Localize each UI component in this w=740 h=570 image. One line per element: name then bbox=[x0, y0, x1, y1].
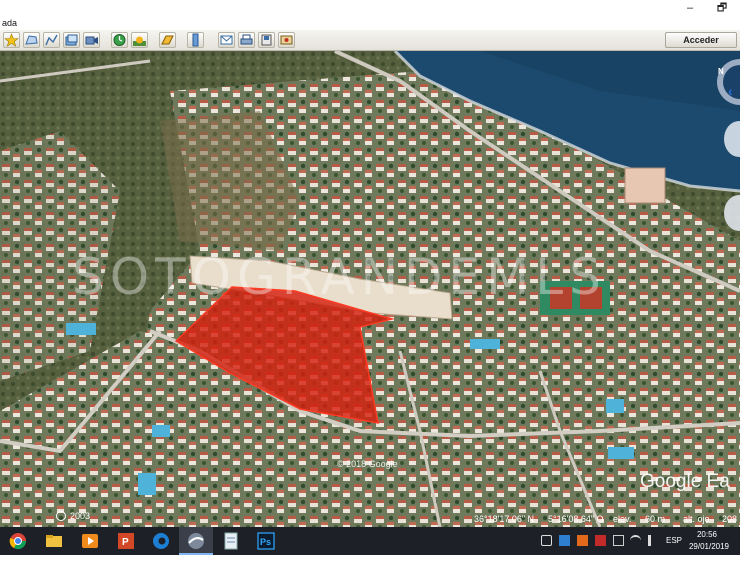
taskbar: P Ps ESP 20:56 29/01/2019 bbox=[0, 527, 740, 555]
taskbar-active-app[interactable] bbox=[179, 527, 213, 555]
latitude-readout: 36°18'17.06" N bbox=[474, 514, 535, 524]
ruler-button[interactable] bbox=[187, 32, 204, 48]
title-bar: – 🗗 bbox=[0, 0, 740, 16]
add-polygon-button[interactable] bbox=[23, 32, 40, 48]
watermark: SOTOGRANDEMLS bbox=[72, 248, 607, 306]
imagery-copyright: © 2018 Google bbox=[337, 459, 398, 469]
print-button[interactable] bbox=[238, 32, 255, 48]
notepad-icon[interactable] bbox=[221, 531, 241, 551]
add-path-button[interactable] bbox=[43, 32, 60, 48]
eye-altitude-value: 208 bbox=[722, 514, 738, 524]
svg-text:Ps: Ps bbox=[260, 537, 271, 547]
add-path-icon bbox=[45, 34, 58, 46]
record-tour-icon bbox=[85, 36, 98, 45]
volume-icon[interactable] bbox=[648, 535, 659, 546]
sunlight-button[interactable] bbox=[131, 32, 148, 48]
elevation-value: 60 m bbox=[645, 514, 666, 524]
clock-date[interactable]: 29/01/2019 bbox=[687, 542, 731, 570]
add-overlay-button[interactable] bbox=[63, 32, 80, 48]
print-icon bbox=[240, 34, 253, 45]
signin-button[interactable]: Acceder bbox=[665, 32, 737, 48]
historical-imagery-button[interactable] bbox=[111, 32, 128, 48]
google-earth-icon bbox=[188, 533, 204, 549]
look-left-icon[interactable]: ‹ bbox=[728, 83, 733, 99]
email-icon bbox=[220, 35, 233, 45]
dropbox-icon[interactable] bbox=[559, 535, 570, 546]
add-overlay-icon bbox=[65, 34, 78, 46]
minimize-button[interactable]: – bbox=[676, 0, 704, 16]
edge-icon[interactable] bbox=[151, 531, 171, 551]
add-placemark-icon bbox=[4, 33, 19, 47]
planet-switch-button[interactable] bbox=[159, 32, 176, 48]
planet-switch-icon bbox=[161, 35, 174, 45]
media-player-icon[interactable] bbox=[80, 531, 100, 551]
maps-view-button[interactable] bbox=[278, 32, 295, 48]
eye-altitude-label: alt. ojo bbox=[683, 514, 710, 524]
maps-view-icon bbox=[280, 35, 293, 45]
restore-button[interactable]: 🗗 bbox=[708, 0, 736, 16]
chrome-icon[interactable] bbox=[8, 531, 28, 551]
toolbar: Acceder bbox=[0, 30, 740, 51]
sunlight-icon bbox=[133, 36, 146, 46]
menu-bar: ada bbox=[0, 16, 740, 30]
save-image-icon bbox=[261, 34, 272, 46]
add-polygon-icon bbox=[25, 35, 38, 45]
svg-text:P: P bbox=[122, 537, 129, 548]
record-tour-button[interactable] bbox=[83, 32, 100, 48]
earth-3d-view[interactable]: SOTOGRANDEMLS N ‹ © 2018 Google Google E… bbox=[0, 51, 740, 527]
north-indicator[interactable]: N bbox=[718, 67, 724, 76]
google-earth-logo: Google Ea bbox=[640, 471, 730, 492]
email-button[interactable] bbox=[218, 32, 235, 48]
security-icon[interactable] bbox=[595, 535, 606, 546]
longitude-readout: 5°16'08.64" O bbox=[548, 514, 604, 524]
status-bar: 36°18'17.06" N 5°16'08.64" O elev. 60 m … bbox=[0, 512, 740, 527]
file-explorer-icon[interactable] bbox=[44, 531, 64, 551]
ruler-icon bbox=[192, 33, 199, 47]
network-people-icon[interactable] bbox=[541, 535, 552, 546]
elevation-label: elev. bbox=[613, 514, 632, 524]
battery-icon[interactable] bbox=[613, 535, 624, 546]
historical-imagery-icon bbox=[113, 34, 126, 46]
add-placemark-button[interactable] bbox=[3, 32, 20, 48]
powerpoint-icon[interactable]: P bbox=[116, 531, 136, 551]
photoshop-icon[interactable]: Ps bbox=[256, 531, 276, 551]
input-language[interactable]: ESP bbox=[666, 536, 682, 564]
menu-item-help[interactable]: ada bbox=[2, 18, 17, 28]
save-image-button[interactable] bbox=[258, 32, 275, 48]
wifi-icon[interactable] bbox=[630, 535, 641, 546]
app-tray-icon[interactable] bbox=[577, 535, 588, 546]
